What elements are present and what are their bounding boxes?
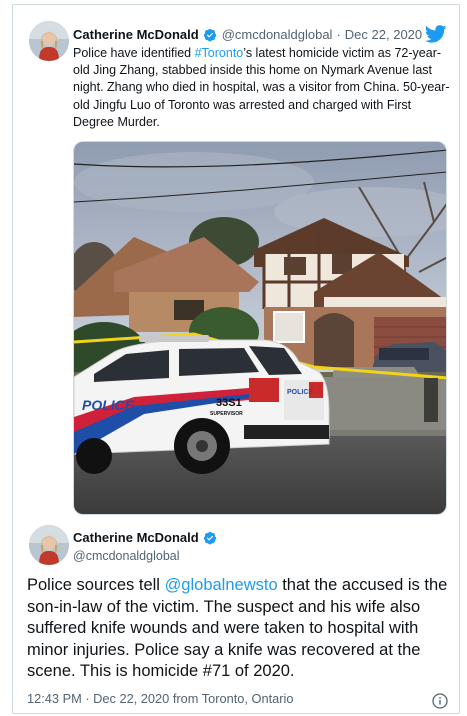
car-unit-sub: SUPERVISOR [210, 411, 243, 417]
quoted-tweet-text: Police have identified #Toronto’s latest… [73, 45, 451, 131]
author-handle[interactable]: @cmcdonaldglobal [73, 549, 180, 563]
hashtag-link[interactable]: #Toronto [195, 46, 244, 60]
verified-badge-icon [203, 531, 217, 545]
quoted-tweet-date[interactable]: Dec 22, 2020 [345, 27, 422, 42]
quoted-author-handle[interactable]: @cmcdonaldglobal [222, 27, 333, 42]
header-separator: · [336, 27, 341, 42]
tweet-photo[interactable]: POLICE 33S1 SUPERVISOR POLICE [73, 141, 447, 515]
tweet-text: Police sources tell @globalnewsto that t… [27, 575, 453, 683]
quoted-author-name[interactable]: Catherine McDonald [73, 27, 199, 42]
verified-badge-icon [203, 28, 217, 42]
tweet-embed-card: Catherine McDonald @cmcdonaldglobal · De… [12, 4, 460, 714]
author-avatar[interactable] [29, 525, 69, 565]
car-rear-police-text: POLICE [287, 389, 313, 396]
tweet-text-before: Police sources tell [27, 576, 165, 594]
mention-link[interactable]: @globalnewsto [165, 576, 278, 594]
quoted-text-before: Police have identified [73, 46, 195, 60]
author-name-row: Catherine McDonald [73, 530, 222, 545]
info-icon[interactable] [432, 693, 448, 709]
quoted-author-avatar[interactable] [29, 21, 69, 61]
quoted-tweet-header: Catherine McDonald @cmcdonaldglobal · De… [73, 27, 422, 42]
author-name[interactable]: Catherine McDonald [73, 530, 199, 545]
twitter-bird-icon[interactable] [424, 25, 447, 43]
car-unit-number: 33S1 [216, 397, 242, 409]
tweet-timestamp[interactable]: 12:43 PM · Dec 22, 2020 from Toronto, On… [27, 691, 294, 706]
car-side-police-text: POLICE [82, 397, 135, 413]
